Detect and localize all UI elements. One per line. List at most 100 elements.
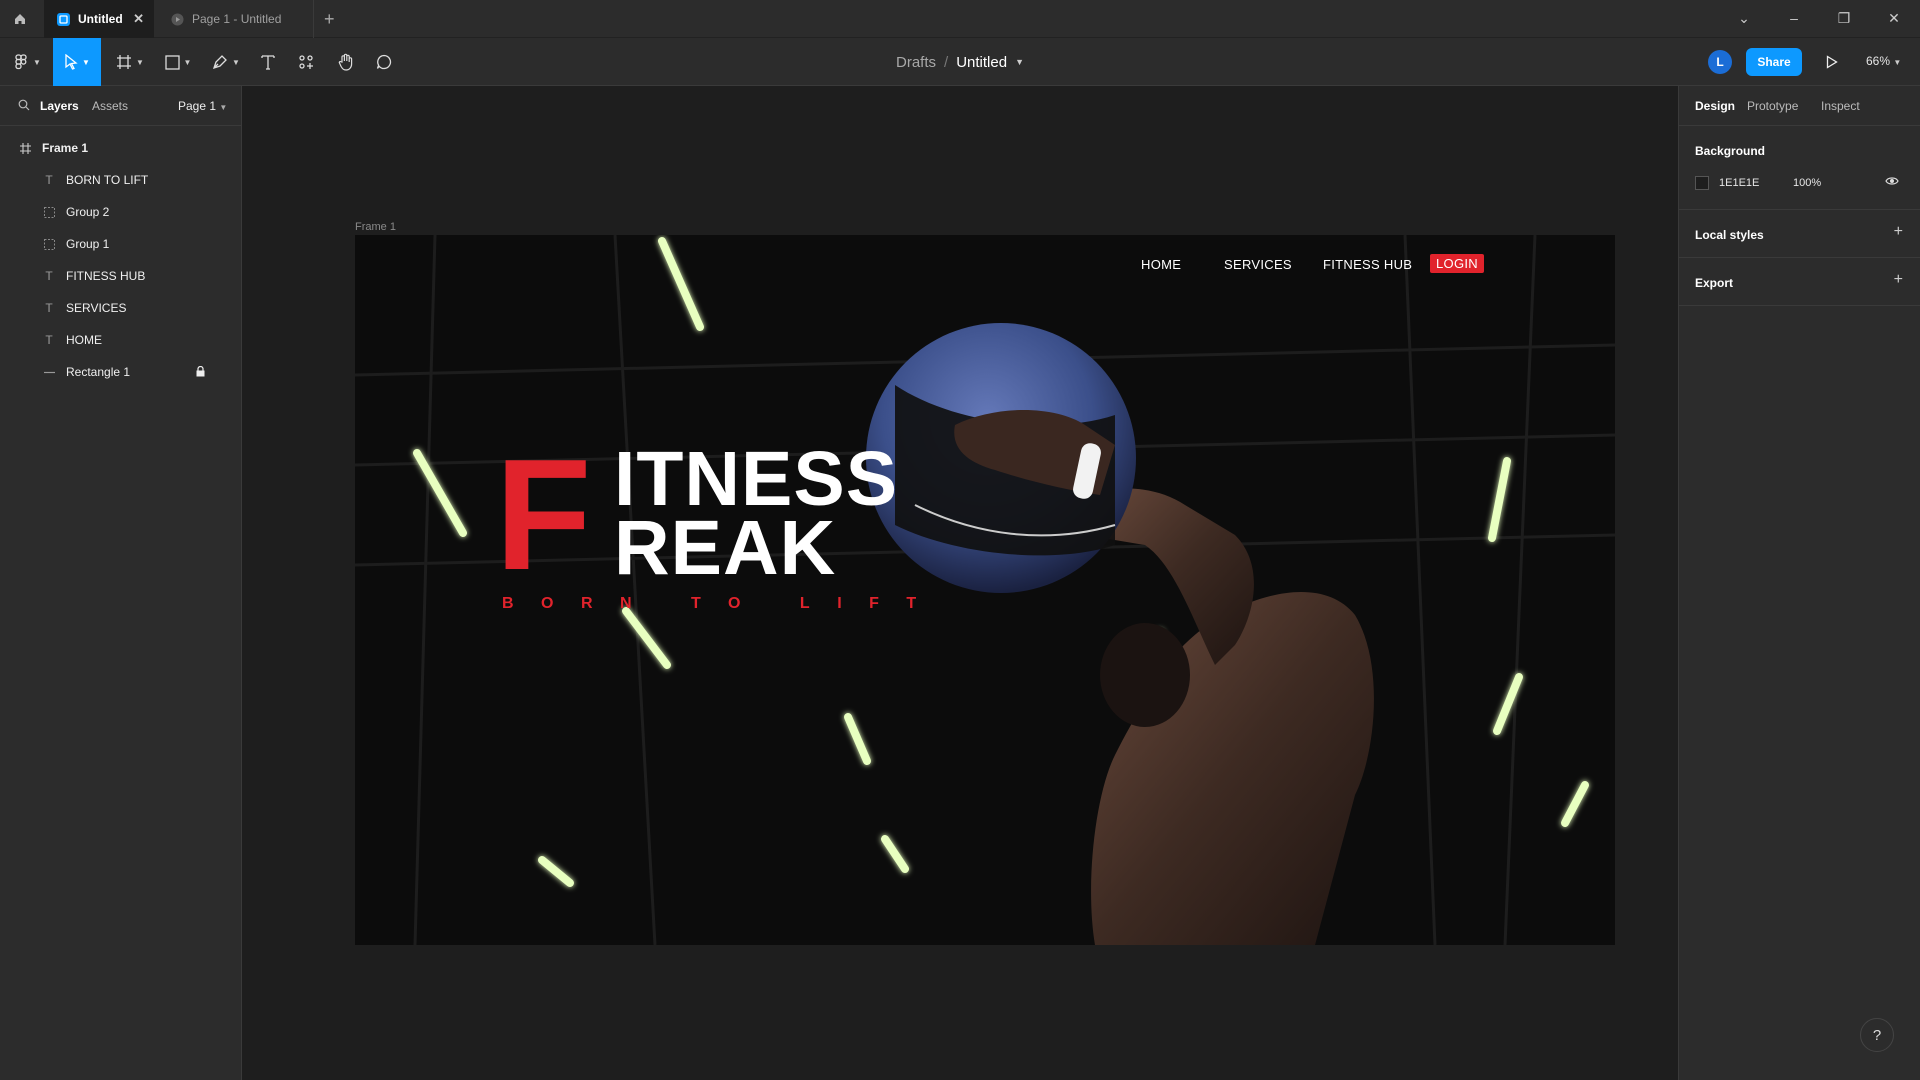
minimize-icon[interactable]: – (1784, 10, 1804, 26)
export-section: Export + (1679, 258, 1920, 306)
home-icon[interactable] (0, 0, 40, 38)
text-tool-button[interactable] (252, 38, 284, 86)
close-window-icon[interactable]: ✕ (1884, 10, 1904, 27)
layer-name: BORN TO LIFT (66, 173, 149, 187)
hand-icon (338, 53, 353, 71)
properties-panel: Design Prototype Inspect Background 1E1E… (1678, 86, 1920, 1080)
layer-fitness-hub[interactable]: T FITNESS HUB (0, 260, 242, 292)
frame-1[interactable]: HOME SERVICES FITNESS HUB LOGIN F ITNESS… (355, 235, 1615, 945)
right-panel-tabs: Design Prototype Inspect (1679, 86, 1920, 126)
frame-icon (117, 55, 132, 69)
group-icon (42, 237, 56, 251)
breadcrumb-drafts[interactable]: Drafts (896, 54, 936, 71)
text-layer-icon: T (45, 269, 53, 283)
text-layer-icon: T (45, 333, 53, 347)
tab-page-1[interactable]: Page 1 - Untitled (158, 0, 314, 38)
layer-name: FITNESS HUB (66, 269, 146, 283)
plus-icon[interactable]: + (1894, 223, 1903, 241)
plus-icon[interactable]: + (1894, 271, 1903, 289)
rectangle-icon (164, 54, 180, 70)
nav-fitness-hub[interactable]: FITNESS HUB (1323, 257, 1412, 272)
page-selector[interactable]: Page 1 ▼ (178, 99, 227, 113)
add-tab-icon[interactable]: + (324, 9, 335, 30)
background-color-swatch[interactable] (1695, 176, 1709, 190)
comment-icon (376, 54, 392, 70)
layer-name: HOME (66, 333, 102, 347)
page-name: Page 1 (178, 99, 217, 113)
frame-tool-button[interactable]: ▼ (110, 38, 150, 86)
site-nav: HOME SERVICES FITNESS HUB LOGIN (355, 253, 1615, 277)
chevron-down-icon[interactable]: ⌄ (1734, 10, 1754, 27)
search-icon[interactable] (18, 99, 30, 114)
local-styles-section: Local styles + (1679, 210, 1920, 258)
file-name[interactable]: Untitled (956, 54, 1007, 71)
close-icon[interactable]: ✕ (133, 11, 144, 27)
layer-name: Group 2 (66, 205, 110, 219)
tab-label: Untitled (78, 12, 123, 26)
layer-group-2[interactable]: Group 2 (0, 196, 242, 228)
components-icon (299, 55, 313, 69)
cursor-icon (65, 54, 78, 70)
chevron-down-icon: ▼ (219, 103, 228, 112)
tab-inspect[interactable]: Inspect (1821, 99, 1860, 113)
help-button[interactable]: ? (1860, 1018, 1894, 1052)
lock-icon[interactable] (196, 365, 205, 380)
layer-group-1[interactable]: Group 1 (0, 228, 242, 260)
title-bar: Untitled ✕ Page 1 - Untitled + ⌄ – ❐ ✕ (0, 0, 1920, 38)
zoom-value: 66% (1866, 54, 1891, 68)
frame-label[interactable]: Frame 1 (355, 221, 396, 233)
present-button[interactable] (1822, 52, 1842, 72)
nav-services[interactable]: SERVICES (1224, 257, 1292, 272)
pen-icon (213, 55, 227, 70)
restore-icon[interactable]: ❐ (1834, 10, 1854, 27)
main-menu-button[interactable]: ▼ (8, 38, 48, 86)
hero-tagline: BORN TO LIFT (502, 595, 944, 612)
layer-born-to-lift[interactable]: T BORN TO LIFT (0, 164, 242, 196)
layer-frame-1[interactable]: Frame 1 (0, 132, 242, 164)
background-section: Background (1679, 126, 1920, 210)
left-panel-tabs: Layers Assets Page 1 ▼ (0, 86, 241, 126)
background-title: Background (1695, 144, 1766, 158)
shape-tool-button[interactable]: ▼ (158, 38, 198, 86)
text-layer-icon: T (45, 173, 53, 187)
tab-assets[interactable]: Assets (92, 99, 128, 113)
tab-untitled[interactable]: Untitled ✕ (44, 0, 154, 38)
share-button[interactable]: Share (1746, 48, 1802, 76)
export-title: Export (1695, 276, 1734, 290)
toolbar: ▼ ▼ ▼ ▼ ▼ Drafts / Untitled ▼ L Share 66… (0, 38, 1920, 86)
tab-design[interactable]: Design (1695, 99, 1735, 113)
layer-home[interactable]: T HOME (0, 324, 242, 356)
layer-name: Group 1 (66, 237, 110, 251)
move-tool-button[interactable]: ▼ (53, 38, 101, 86)
local-styles-title: Local styles (1695, 228, 1764, 242)
tab-layers[interactable]: Layers (40, 99, 79, 113)
resources-tool-button[interactable] (290, 38, 322, 86)
eye-icon[interactable] (1885, 175, 1899, 190)
figma-file-icon (56, 12, 70, 26)
text-layer-icon: T (45, 301, 53, 315)
pen-tool-button[interactable]: ▼ (206, 38, 246, 86)
background-opacity-input[interactable]: 100% (1793, 177, 1821, 189)
background-hex-input[interactable]: 1E1E1E (1719, 177, 1759, 189)
tab-label: Page 1 - Untitled (192, 12, 282, 26)
play-icon (1826, 55, 1838, 69)
comment-tool-button[interactable] (368, 38, 400, 86)
avatar[interactable]: L (1708, 50, 1732, 74)
group-icon (42, 205, 56, 219)
nav-login-button[interactable]: LOGIN (1430, 254, 1484, 273)
breadcrumb-separator: / (944, 53, 949, 71)
layer-rectangle-1[interactable]: Rectangle 1 (0, 356, 242, 388)
tab-prototype[interactable]: Prototype (1747, 99, 1798, 113)
nav-home[interactable]: HOME (1141, 257, 1181, 272)
text-icon (261, 55, 275, 70)
chevron-down-icon: ▼ (1893, 58, 1902, 67)
frame-icon (18, 141, 32, 155)
play-circle-icon (170, 12, 184, 26)
layer-services[interactable]: T SERVICES (0, 292, 242, 324)
figma-logo-icon (15, 54, 27, 70)
chevron-down-icon[interactable]: ▼ (1015, 57, 1024, 67)
breadcrumb: Drafts / Untitled ▼ (0, 38, 1920, 86)
hand-tool-button[interactable] (330, 38, 362, 86)
hero-line-2: REAK (614, 505, 837, 591)
zoom-dropdown[interactable]: 66% ▼ (1866, 54, 1901, 68)
